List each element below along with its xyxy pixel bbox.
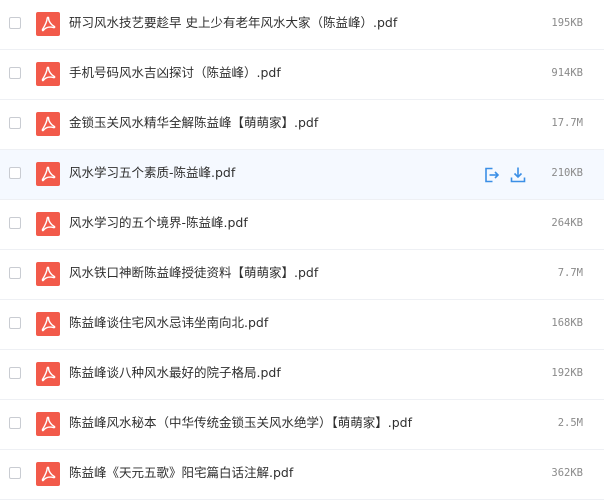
row-checkbox[interactable] [9,167,21,179]
file-row[interactable]: 金锁玉关风水精华全解陈益峰【萌萌家】.pdf 17.7M [0,100,604,150]
pdf-icon [36,62,60,86]
file-size: 168KB [551,317,583,329]
file-row[interactable]: 陈益峰风水秘本（中华传统金锁玉关风水绝学）【萌萌家】.pdf 2.5M [0,400,604,450]
file-name[interactable]: 陈益峰《天元五歌》阳宅篇白话注解.pdf [69,465,293,481]
file-name[interactable]: 研习风水技艺要趁早 史上少有老年风水大家（陈益峰）.pdf [69,15,397,31]
pdf-icon [36,412,60,436]
file-row[interactable]: 陈益峰谈八种风水最好的院子格局.pdf 192KB [0,350,604,400]
row-checkbox[interactable] [9,17,21,29]
pdf-icon [36,362,60,386]
file-row[interactable]: 陈益峰谈住宅风水忌讳坐南向北.pdf 168KB [0,300,604,350]
download-icon[interactable] [509,166,527,184]
row-checkbox[interactable] [9,467,21,479]
row-checkbox[interactable] [9,117,21,129]
pdf-icon [36,312,60,336]
file-name[interactable]: 陈益峰风水秘本（中华传统金锁玉关风水绝学）【萌萌家】.pdf [69,415,412,431]
file-size: 264KB [551,217,583,229]
pdf-icon [36,212,60,236]
pdf-icon [36,112,60,136]
file-size: 7.7M [557,267,583,279]
file-row[interactable]: 研习风水技艺要趁早 史上少有老年风水大家（陈益峰）.pdf 195KB [0,0,604,50]
file-size: 195KB [551,17,583,29]
file-name[interactable]: 手机号码风水吉凶探讨（陈益峰）.pdf [69,65,281,81]
file-size: 362KB [551,467,583,479]
row-checkbox[interactable] [9,367,21,379]
file-list: 研习风水技艺要趁早 史上少有老年风水大家（陈益峰）.pdf 195KB 手机号码… [0,0,604,502]
row-checkbox[interactable] [9,67,21,79]
pdf-icon [36,462,60,486]
row-checkbox[interactable] [9,317,21,329]
row-checkbox[interactable] [9,417,21,429]
file-name[interactable]: 风水铁口神断陈益峰授徒资料【萌萌家】.pdf [69,265,318,281]
pdf-icon [36,162,60,186]
pdf-icon [36,12,60,36]
file-row[interactable]: 手机号码风水吉凶探讨（陈益峰）.pdf 914KB [0,50,604,100]
file-size: 2.5M [557,417,583,429]
file-name[interactable]: 风水学习五个素质-陈益峰.pdf [69,165,235,181]
file-size: 914KB [551,67,583,79]
row-checkbox[interactable] [9,217,21,229]
file-row[interactable]: 风水铁口神断陈益峰授徒资料【萌萌家】.pdf 7.7M [0,250,604,300]
file-name[interactable]: 风水学习的五个境界-陈益峰.pdf [69,215,248,231]
file-row[interactable]: 风水学习的五个境界-陈益峰.pdf 264KB [0,200,604,250]
file-row[interactable]: 风水学习五个素质-陈益峰.pdf 210KB [0,150,604,200]
file-size: 210KB [551,167,583,179]
row-checkbox[interactable] [9,267,21,279]
file-row[interactable]: 陈益峰《天元五歌》阳宅篇白话注解.pdf 362KB [0,450,604,500]
share-icon[interactable] [483,166,501,184]
file-name[interactable]: 陈益峰谈住宅风水忌讳坐南向北.pdf [69,315,268,331]
file-size: 17.7M [551,117,583,129]
file-name[interactable]: 陈益峰谈八种风水最好的院子格局.pdf [69,365,281,381]
file-name[interactable]: 金锁玉关风水精华全解陈益峰【萌萌家】.pdf [69,115,318,131]
pdf-icon [36,262,60,286]
file-size: 192KB [551,367,583,379]
